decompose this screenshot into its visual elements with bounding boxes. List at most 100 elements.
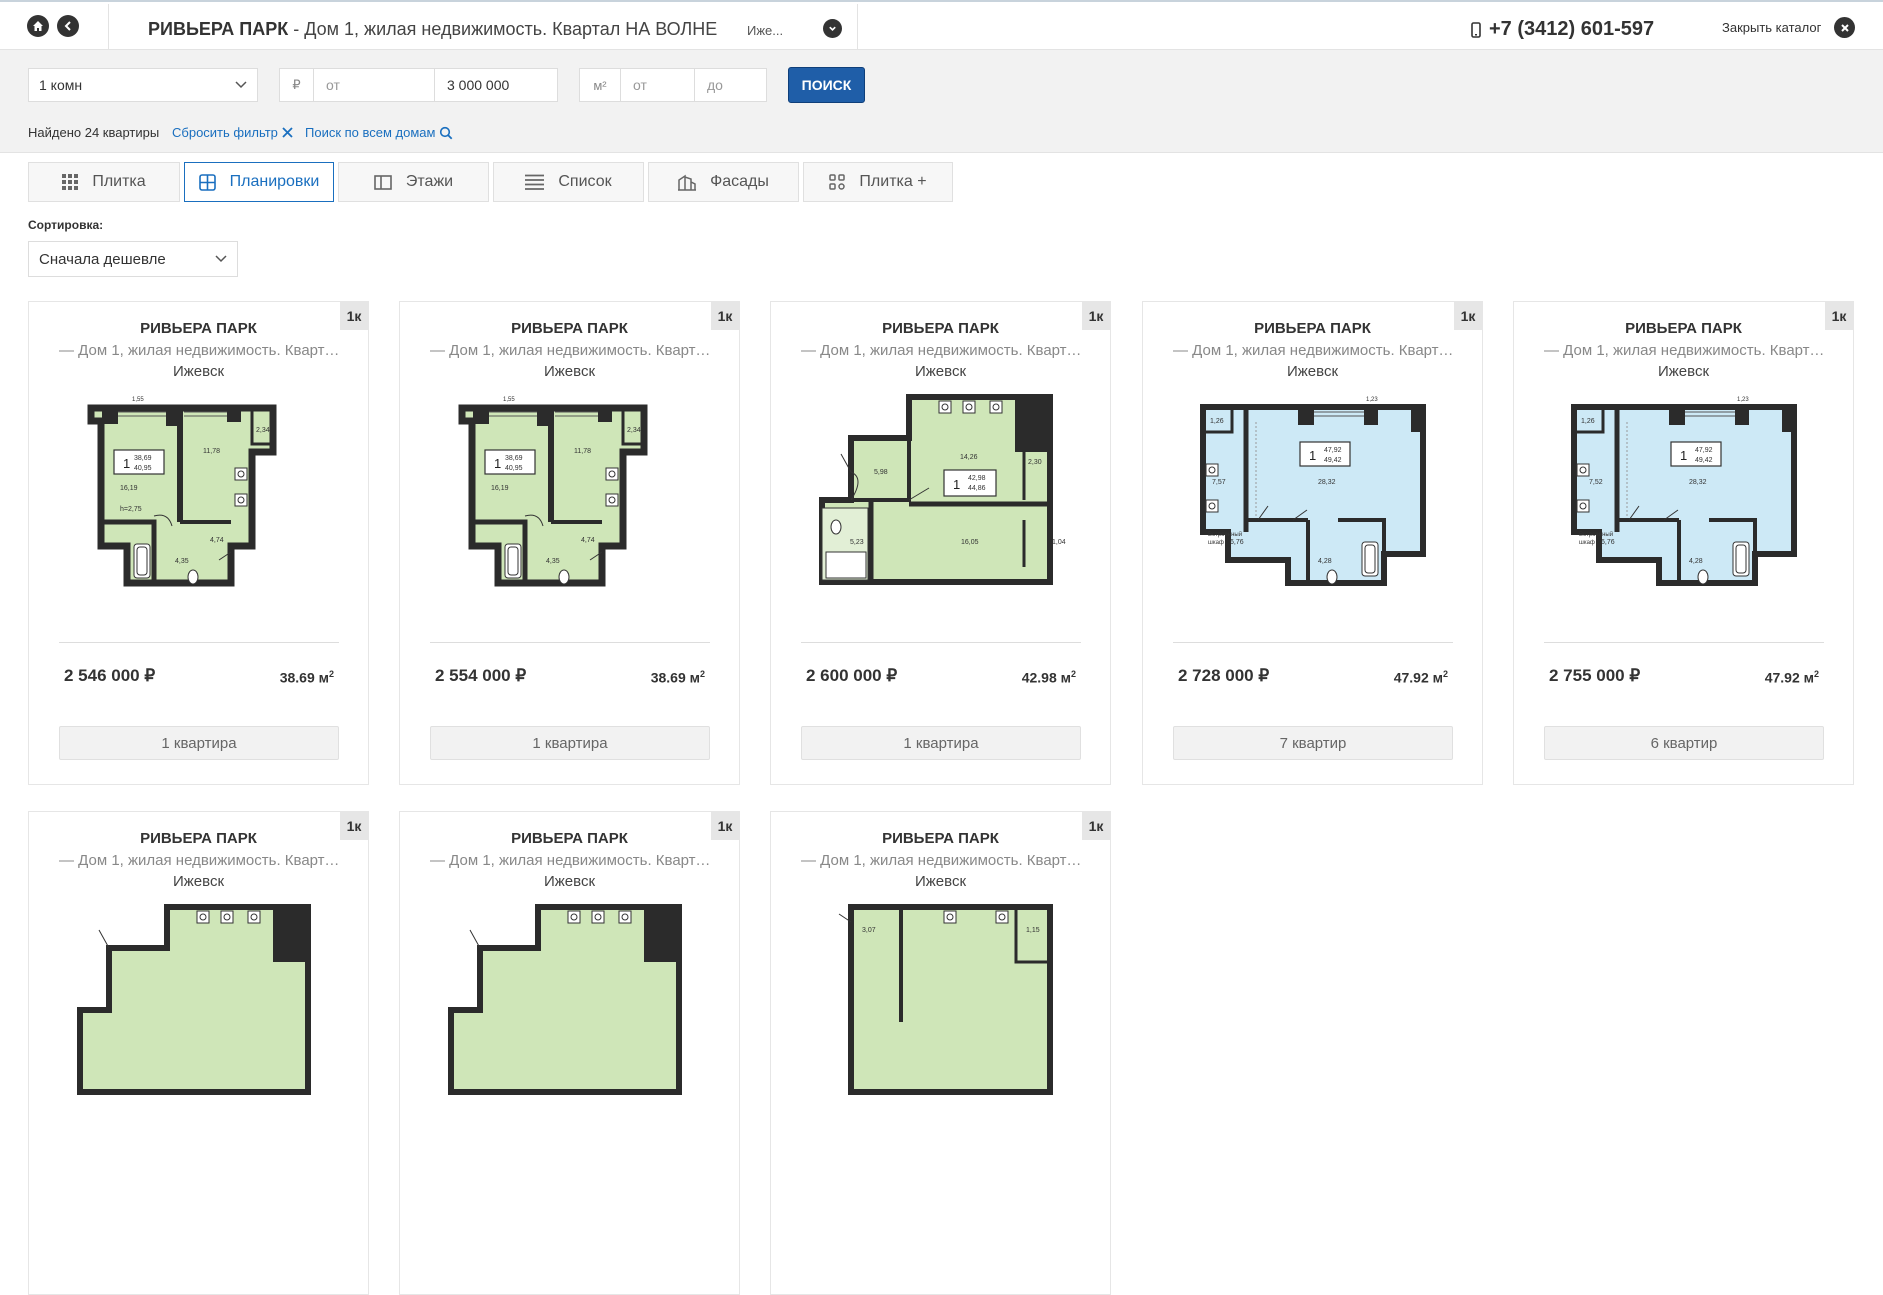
search-button[interactable]: ПОИСК [788,67,865,103]
svg-text:14,26: 14,26 [960,454,978,461]
reset-filter-label: Сбросить фильтр [172,125,278,140]
divider [801,642,1081,643]
divider [857,4,858,52]
tiles-plus-icon [829,174,846,190]
floor-plan-image[interactable] [74,902,324,1102]
svg-text:38,69: 38,69 [505,455,523,462]
svg-text:шкаф: шкаф [1208,540,1224,546]
currency-unit: ₽ [279,68,314,102]
tab-layouts[interactable]: Планировки [184,162,334,202]
apartment-card[interactable]: 1к РИВЬЕРА ПАРК — Дом 1, жилая недвижимо… [399,301,740,785]
svg-text:16,19: 16,19 [491,485,509,492]
svg-text:5,23: 5,23 [850,539,864,546]
search-icon [440,126,453,139]
svg-text:47,92: 47,92 [1695,447,1713,454]
floor-plan-image[interactable]: 3,07 1,15 [816,902,1066,1102]
svg-text:6,76: 6,76 [1601,539,1615,546]
svg-text:1: 1 [953,477,960,492]
rooms-select-value: 1 комн [39,77,83,93]
svg-text:1,15: 1,15 [1026,927,1040,934]
back-icon[interactable] [57,15,79,37]
svg-text:1,26: 1,26 [1581,418,1595,425]
close-catalog-link[interactable]: Закрыть каталог [1722,20,1821,35]
svg-text:28,32: 28,32 [1318,479,1336,486]
card-city: Ижевск [1657,363,1710,380]
floor-plan-image[interactable]: 1 38,69 40,95 16,19 11,78 2,34 4,74 4,35… [445,392,695,592]
reset-filter-link[interactable]: Сбросить фильтр [172,125,293,140]
apartment-card[interactable]: 1к РИВЬЕРА ПАРК — Дом 1, жилая недвижимо… [399,811,740,1295]
card-title: РИВЬЕРА ПАРК [140,830,257,847]
tab-tiles-plus[interactable]: Плитка + [803,162,953,202]
floor-plan-image[interactable]: 1 47,92 49,42 28,32 1,26 7,57 Встроенный… [1188,392,1438,592]
svg-text:h=2,75: h=2,75 [120,506,142,513]
apartments-count-button[interactable]: 1 квартира [801,726,1081,760]
card-area: 47.92 м2 [1764,669,1819,686]
sort-select-value: Сначала дешевле [39,250,166,268]
card-title: РИВЬЕРА ПАРК [882,830,999,847]
phone-link[interactable]: +7 (3412) 601-597 [1471,18,1654,41]
area-from-input[interactable]: от [620,68,695,102]
card-title: РИВЬЕРА ПАРК [1625,320,1742,337]
svg-text:49,42: 49,42 [1324,457,1342,464]
price-from-input[interactable]: от [313,68,435,102]
svg-text:5,98: 5,98 [874,469,888,476]
close-icon[interactable] [1834,17,1855,38]
tab-label: Плитка + [859,173,927,190]
apartment-card[interactable]: 1к РИВЬЕРА ПАРК — Дом 1, жилая недвижимо… [1513,301,1854,785]
rooms-select[interactable]: 1 комн [28,68,258,102]
price-to-input[interactable]: 3 000 000 [434,68,558,102]
svg-text:1,55: 1,55 [503,397,515,403]
svg-text:4,74: 4,74 [210,537,224,544]
floor-plan-image[interactable]: 1 42,98 44,86 14,26 5,98 2,30 5,23 16,05… [816,392,1066,592]
divider [1173,642,1453,643]
search-all-label: Поиск по всем домам [305,125,436,140]
svg-text:6,76: 6,76 [1230,539,1244,546]
card-title: РИВЬЕРА ПАРК [140,320,257,337]
chevron-down-icon[interactable] [823,19,842,38]
floor-plan-image[interactable]: 1 38,69 40,95 16,19 h=2,75 11,78 2,34 4,… [74,392,324,592]
area-to-input[interactable]: до [694,68,767,102]
card-subtitle: — Дом 1, жилая недвижимость. Квартал НА … [430,852,715,869]
svg-text:16,05: 16,05 [961,539,979,546]
card-price: 2 755 000 ₽ [1549,666,1641,685]
tab-list[interactable]: Список [493,162,644,202]
list-icon [525,174,545,190]
sort-select[interactable]: Сначала дешевле [28,241,238,277]
home-icon[interactable] [27,15,49,37]
sort-label: Сортировка: [28,218,104,232]
floor-plan-image[interactable]: 1 47,92 49,42 28,32 1,26 7,52 Встроенный… [1559,392,1809,592]
svg-text:11,78: 11,78 [574,448,591,455]
tab-tiles[interactable]: Плитка [28,162,180,202]
city-select-value[interactable]: Иже... [747,23,783,38]
phone-icon [1471,21,1481,38]
apartment-card[interactable]: 1к РИВЬЕРА ПАРК — Дом 1, жилая недвижимо… [770,811,1111,1295]
floor-plan-image[interactable] [445,902,695,1102]
layout-icon [198,173,216,191]
svg-text:Встроенный: Встроенный [1208,531,1242,538]
apartments-count-button[interactable]: 1 квартира [59,726,339,760]
apartments-count-button[interactable]: 1 квартира [430,726,710,760]
apartment-card[interactable]: 1к РИВЬЕРА ПАРК — Дом 1, жилая недвижимо… [28,811,369,1295]
tab-facades[interactable]: Фасады [648,162,799,202]
svg-text:1,26: 1,26 [1210,418,1224,425]
apartments-count-button[interactable]: 7 квартир [1173,726,1453,760]
close-icon [282,127,293,138]
card-title: РИВЬЕРА ПАРК [511,320,628,337]
svg-text:16,19: 16,19 [120,485,138,492]
search-all-houses-link[interactable]: Поиск по всем домам [305,125,453,140]
apartment-card[interactable]: 1к РИВЬЕРА ПАРК — Дом 1, жилая недвижимо… [1142,301,1483,785]
tab-floors[interactable]: Этажи [338,162,489,202]
card-city: Ижевск [914,363,967,380]
svg-text:1,23: 1,23 [1366,397,1378,403]
filter-panel: 1 комн ₽ от 3 000 000 м² от до ПОИСК Най… [0,50,1883,153]
tab-label: Планировки [229,173,320,190]
card-subtitle: — Дом 1, жилая недвижимость. Квартал НА … [59,342,344,359]
svg-text:1: 1 [123,456,130,471]
apartments-count-button[interactable]: 6 квартир [1544,726,1824,760]
tab-label: Плитка [92,173,146,190]
svg-text:Встроенный: Встроенный [1579,531,1613,538]
svg-text:3,07: 3,07 [862,927,876,934]
facade-icon [678,174,697,191]
apartment-card[interactable]: 1к РИВЬЕРА ПАРК — Дом 1, жилая недвижимо… [28,301,369,785]
apartment-card[interactable]: 1к РИВЬЕРА ПАРК — Дом 1, жилая недвижимо… [770,301,1111,785]
